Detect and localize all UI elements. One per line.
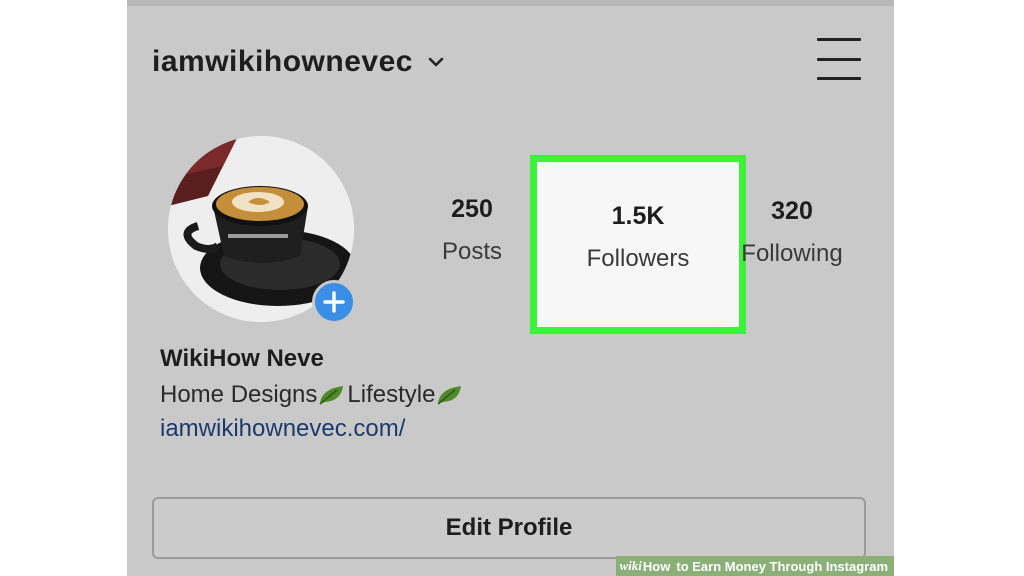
posts-label: Posts: [441, 238, 503, 265]
following-label: Following: [741, 240, 843, 267]
bio-text-1: Home Designs: [160, 381, 318, 408]
bio-description: Home Designs Lifestyle: [160, 381, 465, 409]
leaf-icon: [319, 386, 344, 405]
account-switcher[interactable]: iamwikihownevec: [152, 40, 445, 84]
avatar-container[interactable]: [168, 136, 356, 324]
followers-stat[interactable]: 1.5K Followers: [537, 202, 739, 273]
bio-text-2: Lifestyle: [347, 381, 436, 408]
watermark-how: How: [642, 558, 671, 574]
display-name: WikiHow Neve: [160, 345, 324, 372]
followers-count: 1.5K: [611, 202, 665, 230]
watermark-wiki: wiki: [619, 558, 642, 573]
edit-profile-button[interactable]: Edit Profile: [152, 497, 866, 559]
leaf-icon: [437, 386, 462, 405]
chevron-down-icon[interactable]: [427, 53, 445, 71]
add-story-button[interactable]: [312, 280, 356, 324]
followers-highlight: 1.5K Followers: [530, 155, 746, 334]
website-link[interactable]: iamwikihownevec.com/: [160, 415, 465, 443]
watermark-title: to Earn Money Through Instagram: [676, 558, 888, 574]
following-stat[interactable]: 320 Following: [727, 197, 857, 268]
following-count: 320: [771, 197, 813, 225]
posts-stat[interactable]: 250 Posts: [417, 195, 527, 266]
followers-label: Followers: [586, 245, 690, 272]
hamburger-menu-icon[interactable]: [817, 38, 861, 80]
plus-icon: [323, 291, 345, 313]
menu-line: [817, 57, 861, 61]
menu-line: [817, 77, 861, 80]
username[interactable]: iamwikihownevec: [152, 45, 413, 79]
wikihow-watermark: wiki How to Earn Money Through Instagram: [615, 556, 894, 576]
bio-section: WikiHow Neve Home Designs Lifestyle iamw…: [160, 345, 465, 443]
posts-count: 250: [451, 195, 493, 223]
status-bar: [127, 0, 894, 6]
menu-line: [817, 38, 861, 41]
profile-screen: iamwikihownevec 250 Posts 1.5K Followers…: [127, 0, 894, 576]
